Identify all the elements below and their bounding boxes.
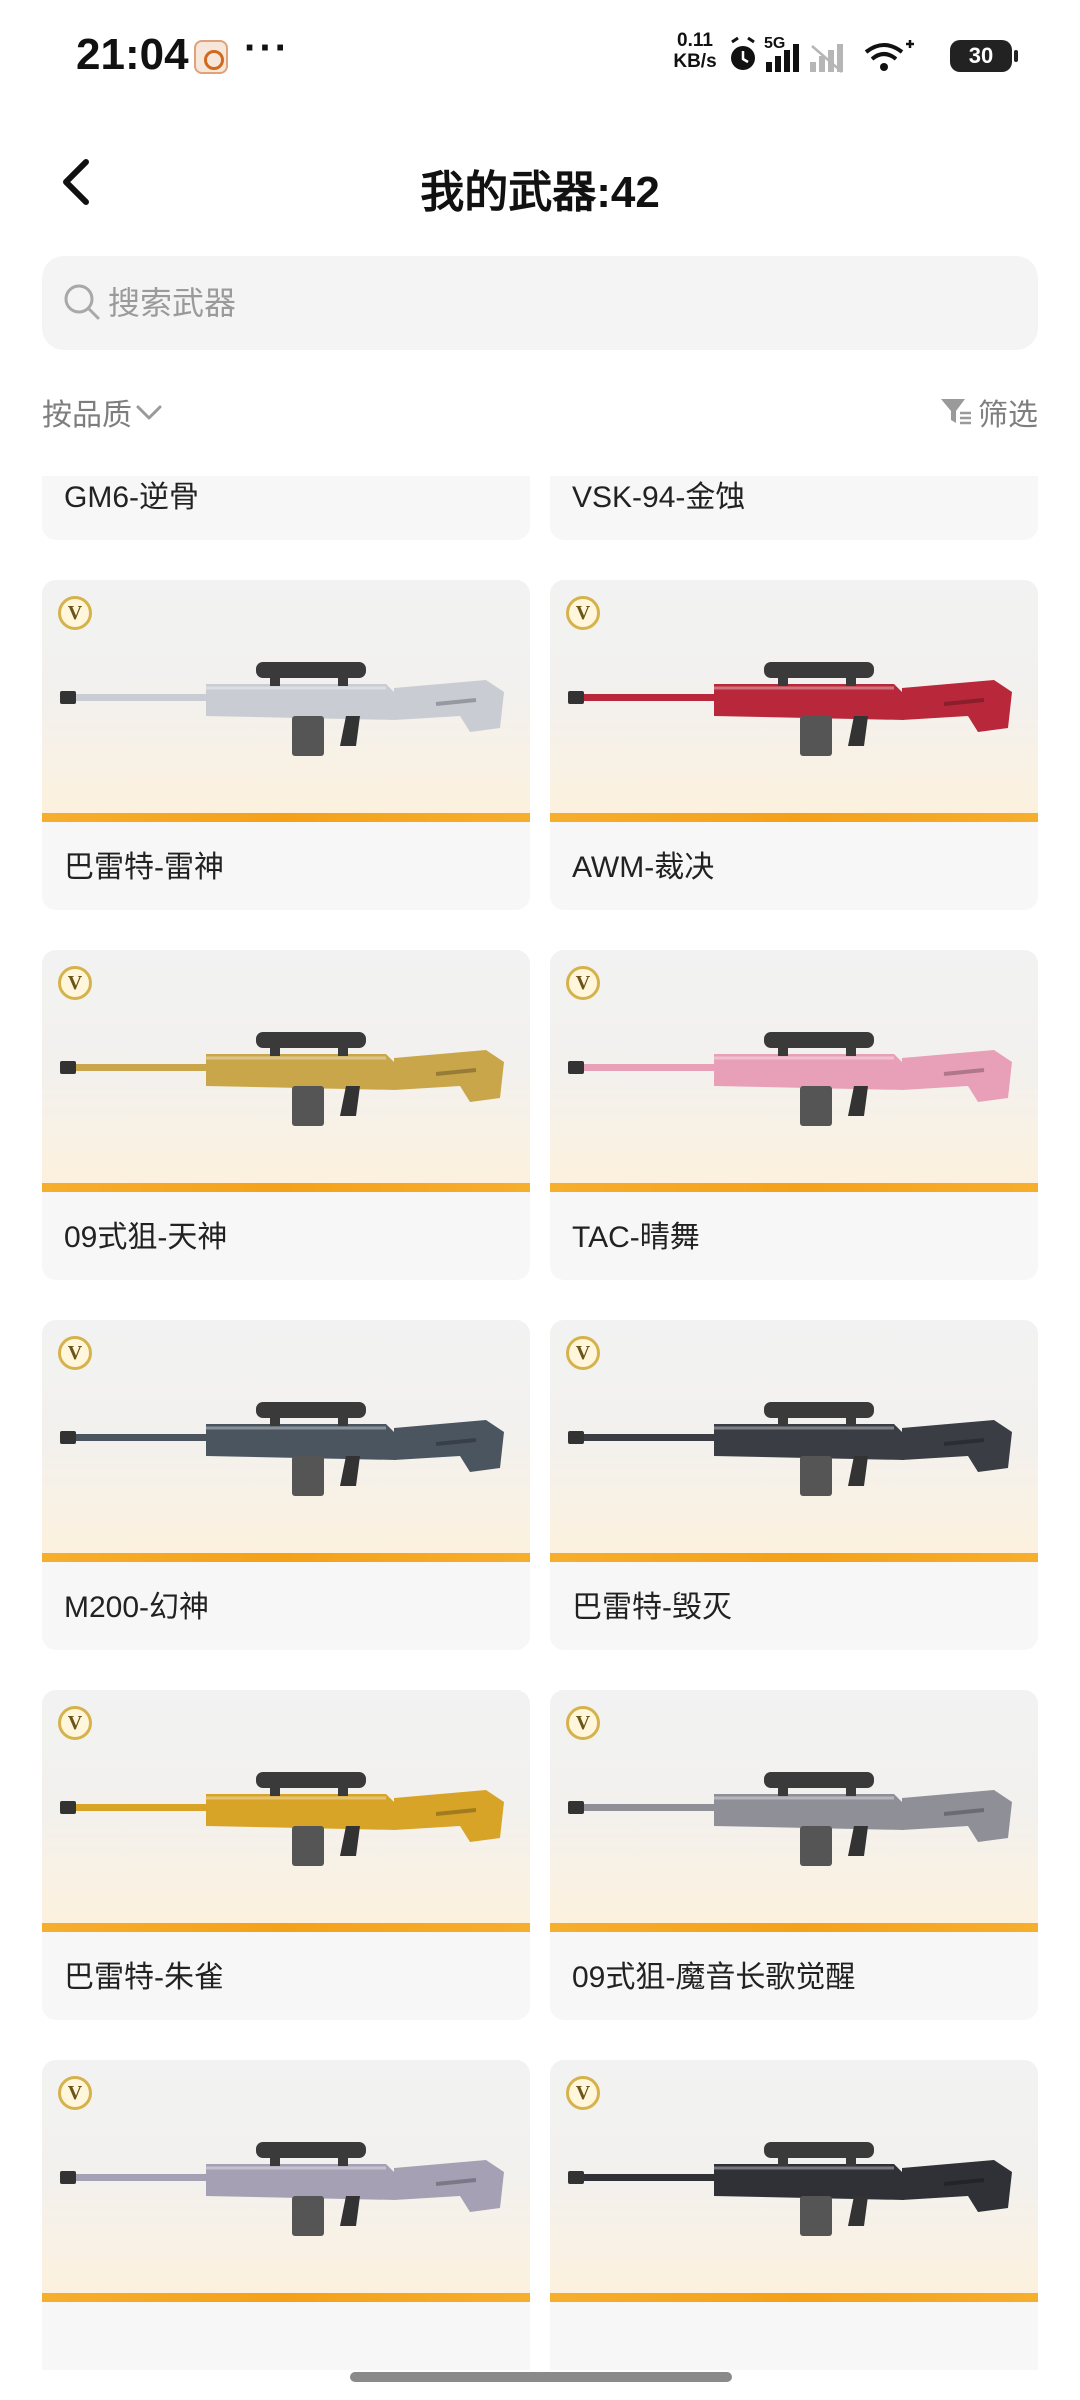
weapon-name: GM6-逆骨 — [64, 481, 199, 514]
quality-badge-icon: V — [566, 1336, 600, 1370]
quality-badge-icon: V — [58, 2076, 92, 2110]
search-icon — [64, 284, 100, 320]
weapon-image: V — [550, 1320, 1038, 1562]
network-speed-value: 0.11 — [677, 30, 713, 51]
weapon-image: V — [550, 950, 1038, 1192]
weapon-name: TAC-晴舞 — [572, 1221, 700, 1254]
weapon-card[interactable]: V 巴雷特-朱雀 — [42, 1690, 530, 2020]
weapon-image: V — [42, 950, 530, 1192]
weapon-card[interactable]: V 09式狙-天神 — [42, 950, 530, 1280]
quality-badge-icon: V — [566, 1706, 600, 1740]
app-notification-icon — [194, 40, 228, 74]
status-icons: 5G — [731, 35, 914, 73]
weapon-card[interactable]: V AWM-裁决 — [550, 580, 1038, 910]
signal-strength-secondary-icon — [810, 44, 843, 73]
weapon-list[interactable]: VGM6-逆骨VVSK-94-金蚀V巴雷特-雷神VAWM-裁决V09式狙-天神V… — [0, 476, 1080, 2370]
quality-badge-icon: V — [566, 596, 600, 630]
sniper-rifle-icon — [60, 2142, 504, 2236]
quality-badge-icon: V — [566, 966, 600, 1000]
sniper-rifle-icon — [568, 1032, 1012, 1126]
sort-by-quality-dropdown[interactable]: 按品质 — [42, 390, 166, 434]
chevron-down-icon — [136, 405, 162, 420]
weapon-name: 巴雷特-毁灭 — [572, 1591, 732, 1624]
sniper-rifle-icon — [568, 1772, 1012, 1866]
sniper-rifle-icon — [60, 1032, 504, 1126]
weapon-card[interactable]: V 09式狙-魔音长歌觉醒 — [550, 1690, 1038, 2020]
search-input[interactable] — [108, 256, 1008, 350]
status-bar: 21:04 ··· 0.11 KB/s 5G 30 — [0, 0, 1080, 110]
sniper-rifle-icon — [568, 662, 1012, 756]
weapon-image: V — [42, 1320, 530, 1562]
sniper-rifle-icon — [568, 2142, 1012, 2236]
quality-badge-icon: V — [566, 2076, 600, 2110]
quality-badge-icon: V — [58, 1336, 92, 1370]
weapon-grid: VGM6-逆骨VVSK-94-金蚀V巴雷特-雷神VAWM-裁决V09式狙-天神V… — [42, 476, 1038, 2370]
weapon-image: V — [42, 2060, 530, 2302]
weapon-image: V — [550, 1690, 1038, 1932]
sort-filter-bar: 按品质 筛选 — [42, 390, 1038, 440]
filter-label: 筛选 — [978, 399, 1038, 432]
header: 我的武器:42 — [0, 120, 1080, 250]
sniper-rifle-icon — [568, 1402, 1012, 1496]
weapon-name: AWM-裁决 — [572, 851, 715, 884]
network-speed-unit: KB/s — [673, 51, 717, 72]
weapon-card[interactable]: V M200-幻神 — [42, 1320, 530, 1650]
filter-icon — [941, 399, 971, 425]
search-box[interactable] — [42, 256, 1038, 350]
sort-label: 按品质 — [42, 399, 132, 432]
weapon-image: V — [42, 580, 530, 822]
weapon-name: M200-幻神 — [64, 1591, 210, 1624]
weapon-card[interactable]: V TAC-晴舞 — [550, 950, 1038, 1280]
weapon-card[interactable]: V — [550, 2060, 1038, 2370]
home-indicator[interactable] — [350, 2372, 732, 2382]
weapon-card[interactable]: VVSK-94-金蚀 — [550, 476, 1038, 540]
battery-icon: 30 — [950, 40, 1018, 72]
quality-badge-icon: V — [58, 1706, 92, 1740]
quality-badge-icon: V — [58, 596, 92, 630]
weapon-card[interactable]: VGM6-逆骨 — [42, 476, 530, 540]
page-title: 我的武器:42 — [420, 168, 660, 217]
weapon-card[interactable]: V 巴雷特-雷神 — [42, 580, 530, 910]
weapon-name: 巴雷特-朱雀 — [64, 1961, 224, 1994]
network-speed: 0.11 KB/s — [670, 30, 720, 72]
more-notifications-icon: ··· — [244, 26, 290, 70]
quality-badge-icon: V — [58, 966, 92, 1000]
sniper-rifle-icon — [60, 1402, 504, 1496]
weapon-name: 09式狙-天神 — [64, 1221, 228, 1254]
weapon-card[interactable]: V — [42, 2060, 530, 2370]
weapon-card[interactable]: V 巴雷特-毁灭 — [550, 1320, 1038, 1650]
alarm-icon — [731, 36, 755, 70]
sniper-rifle-icon — [60, 662, 504, 756]
sniper-rifle-icon — [60, 1772, 504, 1866]
wifi-icon — [864, 40, 914, 71]
weapon-name: 巴雷特-雷神 — [64, 851, 224, 884]
network-type-label: 5G — [764, 35, 785, 52]
weapon-image: V — [550, 2060, 1038, 2302]
filter-button[interactable]: 筛选 — [938, 390, 1038, 434]
weapon-name: 09式狙-魔音长歌觉醒 — [572, 1961, 856, 1994]
weapon-image: V — [550, 580, 1038, 822]
weapon-image: V — [42, 1690, 530, 1932]
weapon-name: VSK-94-金蚀 — [572, 481, 746, 514]
status-time: 21:04 — [76, 30, 189, 79]
